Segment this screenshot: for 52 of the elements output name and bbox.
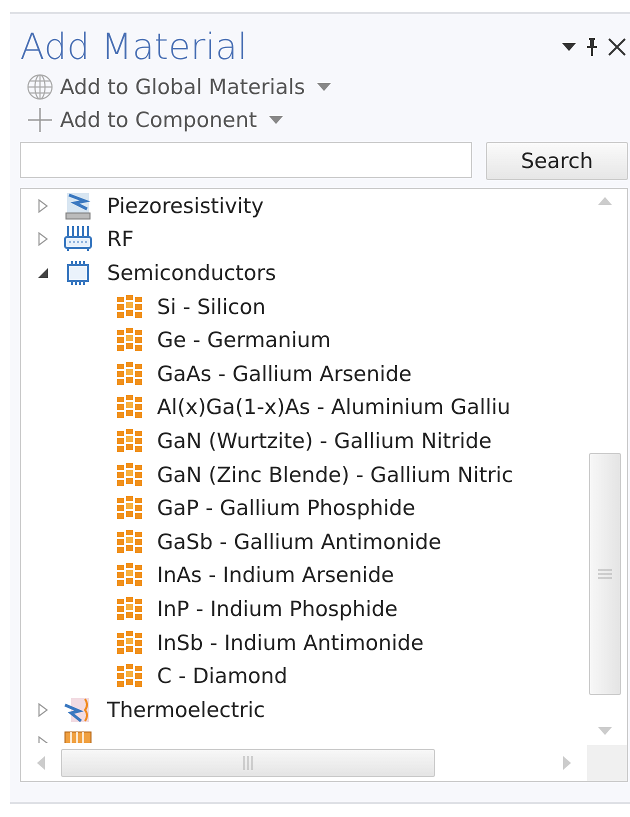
tree-item[interactable]: InSb - Indium Antimonide xyxy=(157,630,424,655)
expand-arrow-icon[interactable] xyxy=(37,232,49,246)
lightning-layers-icon xyxy=(63,190,93,221)
material-icon xyxy=(117,530,143,554)
tree-item[interactable]: Si - Silicon xyxy=(157,294,266,319)
caret-icon[interactable] xyxy=(317,82,332,90)
material-icon xyxy=(117,596,143,621)
pin-icon[interactable] xyxy=(586,38,598,56)
scrollbar-corner xyxy=(587,745,627,781)
search-button[interactable]: Search xyxy=(486,142,628,180)
material-icon xyxy=(117,362,143,386)
close-icon[interactable] xyxy=(608,38,626,56)
material-icon xyxy=(117,630,143,655)
tree-item[interactable]: GaAs - Gallium Arsenide xyxy=(157,362,412,386)
dropdown-icon[interactable] xyxy=(562,43,576,51)
tree-item[interactable]: Ge - Germanium xyxy=(157,328,331,352)
tree-item[interactable]: Thermoelectric xyxy=(107,698,266,722)
tree-item[interactable]: GaSb - Gallium Antimonide xyxy=(157,530,442,554)
tree-item[interactable]: InAs - Indium Arsenide xyxy=(157,563,394,588)
tree-item[interactable]: GaN (Wurtzite) - Gallium Nitride xyxy=(157,428,492,453)
tree-item[interactable]: Al(x)Ga(1-x)As - Aluminium Galliu xyxy=(157,395,510,420)
material-icon xyxy=(117,496,143,520)
plus-icon xyxy=(26,106,54,134)
expand-arrow-icon[interactable] xyxy=(37,198,49,213)
scroll-up-icon[interactable] xyxy=(598,197,612,205)
tree-item[interactable]: Piezoresistivity xyxy=(107,194,264,218)
tree-item[interactable]: GaN (Zinc Blende) - Gallium Nitric xyxy=(157,462,514,487)
menu-button[interactable]: Add to Global Materials xyxy=(60,74,312,98)
globe-icon xyxy=(26,72,54,100)
material-icon xyxy=(117,395,143,420)
panel-title: Add Material xyxy=(20,26,248,68)
caret-icon[interactable] xyxy=(269,116,284,124)
material-icon xyxy=(117,294,143,319)
tree-item[interactable]: Semiconductors xyxy=(107,260,276,285)
material-icon xyxy=(117,664,143,688)
collapse-arrow-icon[interactable] xyxy=(37,266,49,279)
material-icon xyxy=(117,328,143,352)
scroll-thumb[interactable] xyxy=(589,453,621,695)
material-icon xyxy=(117,462,143,487)
tree-item[interactable]: GaP - Gallium Phosphide xyxy=(157,496,416,520)
tree-item[interactable]: C - Diamond xyxy=(157,664,288,688)
tree-item[interactable]: RF xyxy=(107,227,134,252)
scroll-right-icon[interactable] xyxy=(563,756,571,770)
menu-button[interactable]: Add to Component xyxy=(60,108,264,132)
tree-item[interactable]: InP - Indium Phosphide xyxy=(157,596,398,621)
scroll-left-icon[interactable] xyxy=(37,756,45,770)
scroll-thumb[interactable] xyxy=(61,749,435,777)
material-icon xyxy=(117,428,143,453)
expand-arrow-icon[interactable] xyxy=(37,702,49,717)
scroll-down-icon[interactable] xyxy=(598,727,612,735)
search-field[interactable] xyxy=(20,142,472,178)
material-icon xyxy=(117,563,143,588)
